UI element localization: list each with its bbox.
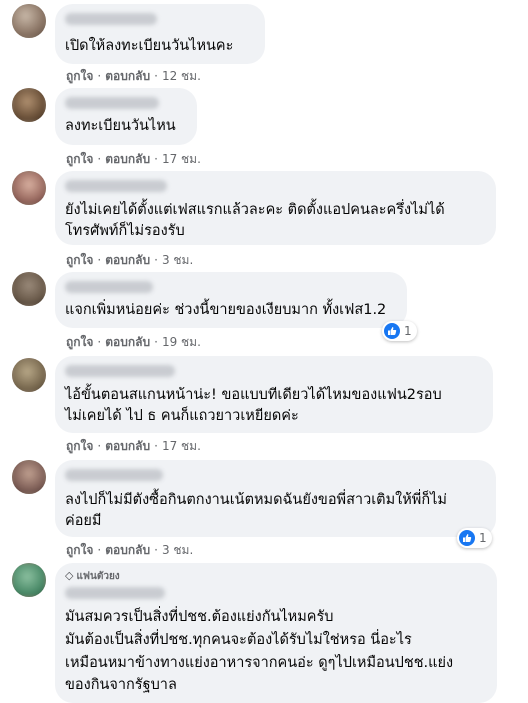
avatar[interactable] bbox=[12, 88, 46, 122]
comment-actions: ถูกใจ · ตอบกลับ · 3 ชม. bbox=[66, 253, 194, 267]
reply-link[interactable]: ตอบกลับ bbox=[105, 253, 150, 267]
comment-bubble: ยังไม่เคยได้ตั้งแต่เฟสแรกแล้วละคะ ติดตั้… bbox=[55, 171, 496, 245]
avatar[interactable] bbox=[12, 358, 46, 392]
reply-link[interactable]: ตอบกลับ bbox=[105, 335, 150, 349]
comment-text: แจกเพิ่มหน่อยค่ะ ช่วงนี้ขายของเงียบมาก ท… bbox=[65, 302, 387, 318]
avatar[interactable] bbox=[12, 4, 46, 38]
comment-text-line: ลงไปก็ไม่มีตังซื้อกินตกงานเน้ตหมดฉันยังข… bbox=[65, 492, 447, 508]
comment-actions: ถูกใจ · ตอบกลับ · 12 ชม. bbox=[66, 69, 201, 83]
comment-actions: ถูกใจ · ตอบกลับ · 17 ชม. bbox=[66, 439, 201, 453]
comment-bubble: ◇ แฟนตัวยง มันสมควรเป็นสิ่งที่ปชช.ต้องแย่… bbox=[55, 563, 497, 703]
comment-bubble: ลงทะเบียนวันไหน bbox=[55, 88, 197, 145]
reply-link[interactable]: ตอบกลับ bbox=[105, 439, 150, 453]
like-link[interactable]: ถูกใจ bbox=[66, 69, 93, 83]
timestamp[interactable]: 3 ชม. bbox=[162, 253, 193, 267]
avatar[interactable] bbox=[12, 272, 46, 306]
comment-bubble: ไอ้ขั้นตอนสแกนหน้าน่ะ! ขอแบบทีเดียวได้ไห… bbox=[55, 356, 493, 433]
like-link[interactable]: ถูกใจ bbox=[66, 253, 93, 267]
comment-text-line: มันต้องเป็นสิ่งที่ปชช.ทุกคนจะต้องได้รับไ… bbox=[65, 632, 412, 648]
reply-link[interactable]: ตอบกลับ bbox=[105, 543, 150, 557]
comment-bubble: ลงไปก็ไม่มีตังซื้อกินตกงานเน้ตหมดฉันยังข… bbox=[55, 460, 496, 537]
like-link[interactable]: ถูกใจ bbox=[66, 439, 93, 453]
comment-text-line: ยังไม่เคยได้ตั้งแต่เฟสแรกแล้วละคะ ติดตั้… bbox=[65, 202, 445, 218]
timestamp[interactable]: 12 ชม. bbox=[162, 69, 201, 83]
comment-text-line: ไอ้ขั้นตอนสแกนหน้าน่ะ! ขอแบบทีเดียวได้ไห… bbox=[65, 387, 442, 403]
timestamp[interactable]: 17 ชม. bbox=[162, 152, 201, 166]
reaction-count[interactable]: 1 bbox=[457, 528, 492, 548]
top-fan-badge[interactable]: ◇ แฟนตัวยง bbox=[65, 569, 120, 584]
like-link[interactable]: ถูกใจ bbox=[66, 335, 93, 349]
timestamp[interactable]: 19 ชม. bbox=[162, 335, 201, 349]
commenter-name[interactable] bbox=[65, 281, 153, 293]
commenter-name[interactable] bbox=[65, 365, 175, 377]
commenter-name[interactable] bbox=[65, 469, 163, 481]
thumbs-up-icon bbox=[459, 530, 475, 546]
comment-text-line: ไม่เคยได้ ไป ธ คนก็แถวยาวเหยียดค่ะ bbox=[65, 408, 299, 424]
commenter-name[interactable] bbox=[65, 587, 165, 599]
like-link[interactable]: ถูกใจ bbox=[66, 543, 93, 557]
thumbs-up-icon bbox=[384, 323, 400, 339]
comment-text-line: เหมือนหมาข้างทางแย่งอาหารจากคนอ่ะ ดูๆไปเ… bbox=[65, 655, 454, 671]
avatar[interactable] bbox=[12, 460, 46, 494]
comment-actions: ถูกใจ · ตอบกลับ · 19 ชม. bbox=[66, 335, 201, 349]
reaction-count[interactable]: 1 bbox=[382, 321, 417, 341]
commenter-name[interactable] bbox=[65, 180, 167, 192]
timestamp[interactable]: 17 ชม. bbox=[162, 439, 201, 453]
reply-link[interactable]: ตอบกลับ bbox=[105, 152, 150, 166]
comment-text-line: ค่อยมี bbox=[65, 513, 102, 529]
comment-text: ลงทะเบียนวันไหน bbox=[65, 118, 176, 134]
comment-bubble: แจกเพิ่มหน่อยค่ะ ช่วงนี้ขายของเงียบมาก ท… bbox=[55, 272, 407, 328]
commenter-name[interactable] bbox=[65, 97, 159, 109]
diamond-icon: ◇ bbox=[65, 569, 74, 582]
comment-actions: ถูกใจ · ตอบกลับ · 3 ชม. bbox=[66, 543, 194, 557]
avatar[interactable] bbox=[12, 171, 46, 205]
comment-bubble: เปิดให้ลงทะเบียนวันไหนคะ bbox=[55, 4, 265, 64]
comment-text-line: โทรศัพท์ก็ไม่รองรับ bbox=[65, 223, 185, 239]
comment-actions: ถูกใจ · ตอบกลับ · 17 ชม. bbox=[66, 152, 201, 166]
comment-text: เปิดให้ลงทะเบียนวันไหนคะ bbox=[65, 38, 234, 54]
commenter-name[interactable] bbox=[65, 13, 157, 25]
comment-text-line: มันสมควรเป็นสิ่งที่ปชช.ต้องแย่งกันไหมครั… bbox=[65, 609, 334, 625]
like-link[interactable]: ถูกใจ bbox=[66, 152, 93, 166]
reply-link[interactable]: ตอบกลับ bbox=[105, 69, 150, 83]
timestamp[interactable]: 3 ชม. bbox=[162, 543, 193, 557]
avatar[interactable] bbox=[12, 563, 46, 597]
